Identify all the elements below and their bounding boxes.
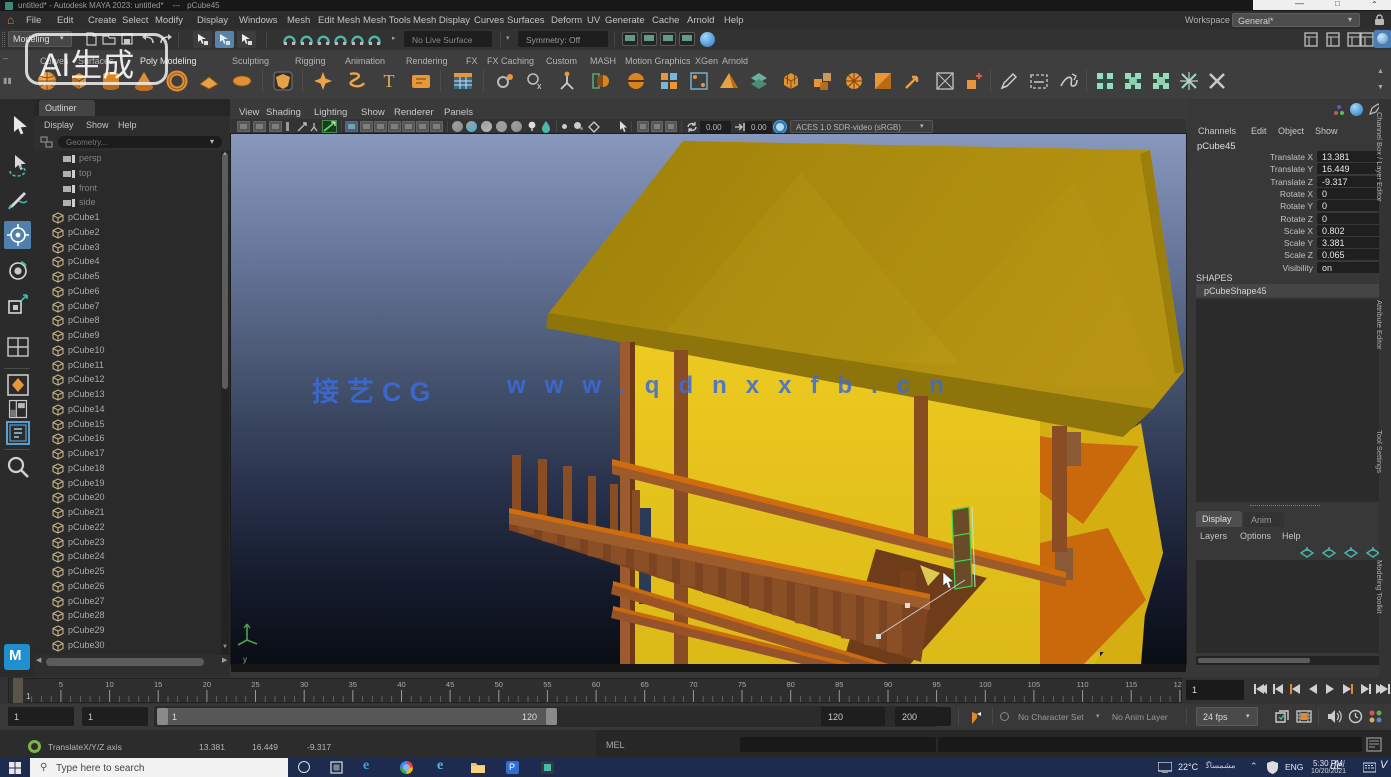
svg-text:20: 20: [203, 680, 211, 689]
svg-text:40: 40: [397, 680, 405, 689]
svg-text:70: 70: [689, 680, 697, 689]
svg-text:T: T: [384, 71, 395, 91]
svg-text:85: 85: [835, 680, 843, 689]
svg-text:120: 120: [1174, 680, 1182, 689]
svg-text:10: 10: [105, 680, 113, 689]
svg-text:5: 5: [59, 680, 63, 689]
svg-text:15: 15: [154, 680, 162, 689]
svg-text:80: 80: [787, 680, 795, 689]
svg-text:45: 45: [446, 680, 454, 689]
svg-text:95: 95: [932, 680, 940, 689]
svg-text:65: 65: [641, 680, 649, 689]
svg-text:30: 30: [300, 680, 308, 689]
svg-text:35: 35: [349, 680, 357, 689]
svg-text:55: 55: [543, 680, 551, 689]
svg-text:90: 90: [884, 680, 892, 689]
svg-text:100: 100: [979, 680, 992, 689]
svg-text:60: 60: [592, 680, 600, 689]
svg-text:x: x: [537, 81, 542, 91]
svg-text:50: 50: [495, 680, 503, 689]
svg-text:25: 25: [251, 680, 259, 689]
svg-text:115: 115: [1125, 680, 1137, 689]
svg-text:105: 105: [1028, 680, 1041, 689]
svg-text:110: 110: [1077, 680, 1089, 689]
svg-text:75: 75: [738, 680, 746, 689]
